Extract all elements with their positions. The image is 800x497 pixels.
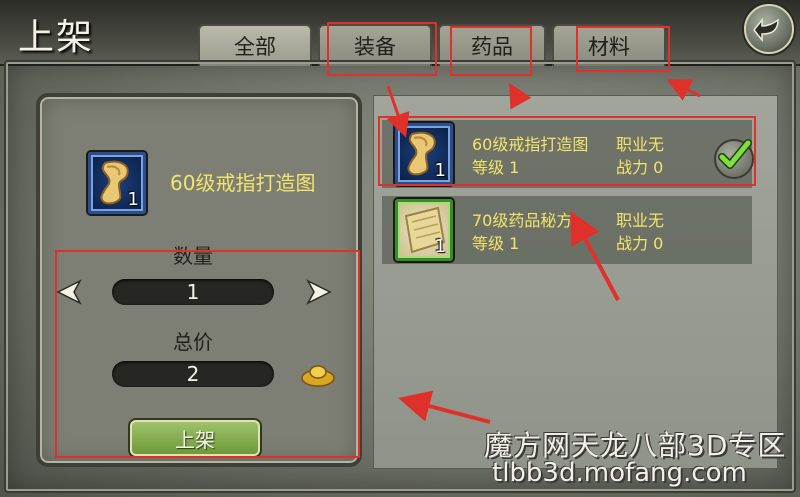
quantity-field[interactable]: 1 [112, 279, 274, 305]
item-level: 等级 1 [472, 234, 520, 253]
checkmark-icon [718, 139, 752, 169]
quantity-label: 数量 [173, 244, 213, 268]
selected-checkmark[interactable] [714, 139, 754, 179]
decrease-quantity-button[interactable] [54, 278, 84, 306]
item-job: 职业无 [616, 135, 665, 154]
item-count: 1 [434, 236, 446, 257]
list-on-shelf-button[interactable]: 上架 [130, 420, 260, 456]
item-power: 战力 0 [616, 158, 664, 177]
watermark-url: tlbb3d.mofang.com [492, 458, 747, 488]
item-count: 1 [434, 160, 446, 181]
arrow-left-icon [56, 279, 82, 305]
item-count: 1 [127, 189, 139, 210]
arrow-right-icon [306, 279, 332, 305]
gold-ingot-icon [300, 360, 336, 388]
selected-item-name: 60级戒指打造图 [170, 171, 316, 195]
page-title: 上架 [18, 17, 95, 58]
increase-quantity-button[interactable] [304, 278, 334, 306]
selected-item-slot: 1 [88, 152, 146, 214]
inventory-item-slot[interactable]: 1 [395, 123, 453, 185]
item-name: 70级药品秘方 [472, 211, 573, 230]
back-button[interactable] [744, 4, 794, 54]
total-price-field[interactable]: 2 [112, 361, 274, 387]
inventory-item-slot[interactable]: 1 [395, 199, 453, 261]
item-power: 战力 0 [616, 234, 664, 253]
item-job: 职业无 [616, 211, 665, 230]
item-name: 60级戒指打造图 [472, 135, 589, 154]
total-price-label: 总价 [173, 330, 213, 354]
back-arrow-icon [753, 17, 779, 43]
item-level: 等级 1 [472, 158, 520, 177]
